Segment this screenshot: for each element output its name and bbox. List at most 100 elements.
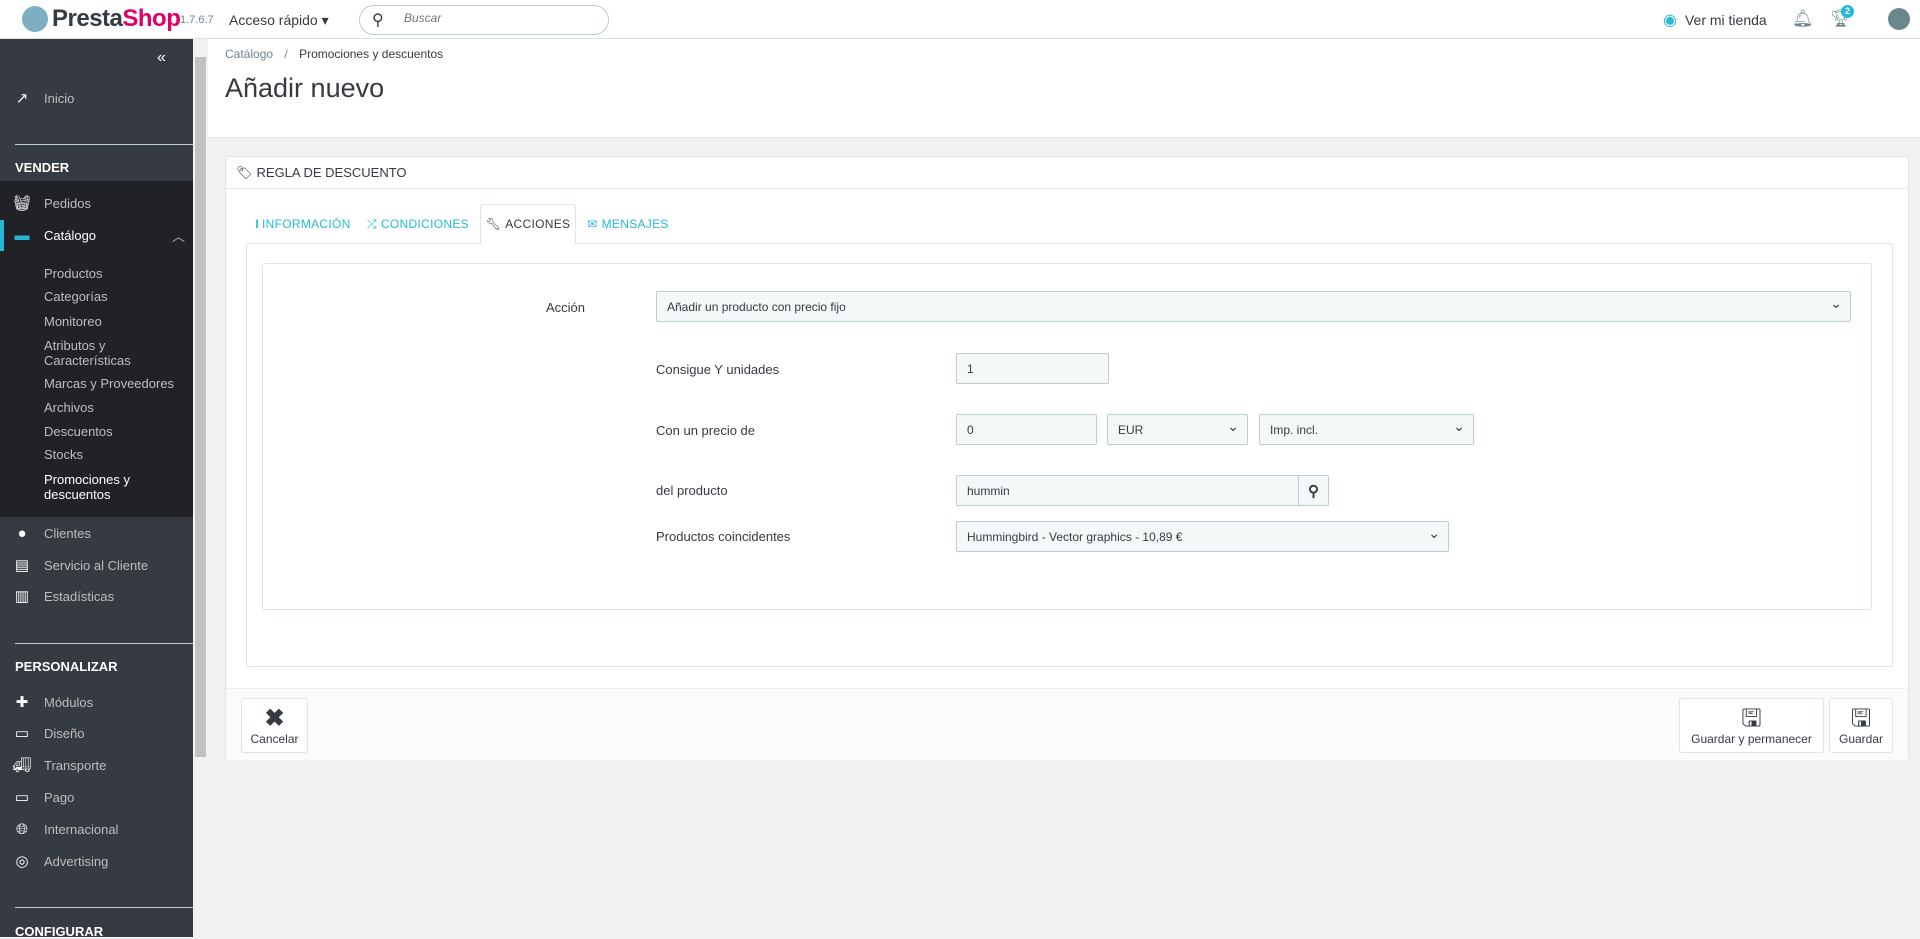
units-value: 1 — [967, 361, 974, 376]
sidebar-item-catalogo[interactable]: ▬ Catálogo ︿ — [0, 223, 193, 247]
price-input[interactable]: 0 — [956, 414, 1097, 445]
submenu-productos[interactable]: Productos — [44, 266, 103, 281]
divider — [15, 144, 193, 145]
currency-select[interactable]: EUR — [1107, 414, 1248, 445]
version: 1.7.6.7 — [180, 14, 214, 26]
price-label: Con un precio de — [656, 423, 756, 438]
label: Pago — [44, 789, 75, 805]
action-select[interactable]: Añadir un producto con precio fijo — [656, 291, 1851, 322]
trending-icon: ↗ — [15, 90, 29, 107]
avatar-icon[interactable] — [1888, 8, 1910, 30]
cancel-button[interactable]: ✖ Cancelar — [241, 698, 308, 753]
submenu-stocks[interactable]: Stocks — [44, 447, 83, 462]
save-and-stay-button[interactable]: 🖫 Guardar y permanecer — [1679, 698, 1824, 753]
matching-label: Productos coincidentes — [656, 529, 791, 544]
matching-products-select[interactable]: Hummingbird - Vector graphics - 10,89 € — [956, 521, 1449, 552]
sidebar-item-servicio[interactable]: ▤ Servicio al Cliente — [0, 553, 193, 577]
bell-icon[interactable]: 🔔︎ — [1792, 9, 1814, 29]
breadcrumb-catalogo[interactable]: Catálogo — [225, 47, 273, 61]
sidebar-item-internacional[interactable]: 🌐︎ Internacional — [0, 817, 193, 841]
sidebar-item-estadisticas[interactable]: ▥ Estadísticas — [0, 584, 193, 608]
search-icon[interactable]: ⚲ — [1298, 475, 1329, 506]
label: Advertising — [44, 853, 109, 869]
floppy-icon: 🖫 — [1850, 704, 1872, 732]
search-box[interactable]: ⚲ — [359, 5, 609, 35]
label: Inicio — [44, 90, 75, 106]
puzzle-icon: ✚ — [15, 694, 29, 711]
submenu-descuentos[interactable]: Descuentos — [44, 424, 113, 439]
breadcrumb: Catálogo / Promociones y descuentos — [225, 47, 443, 61]
target-icon: ◎ — [15, 853, 29, 870]
collapse-icon[interactable]: « — [157, 49, 166, 67]
label: Internacional — [44, 821, 119, 837]
sidebar-item-clientes[interactable]: ● Clientes — [0, 521, 193, 545]
label: Clientes — [44, 525, 91, 541]
sidebar-item-transporte[interactable]: 🚚︎ Transporte — [0, 753, 193, 777]
units-label: Consigue Y unidades — [656, 362, 780, 377]
search-input[interactable] — [404, 11, 594, 25]
label: Pedidos — [44, 195, 91, 211]
submenu-promociones[interactable]: Promociones y descuentos — [44, 472, 154, 502]
label: Estadísticas — [44, 588, 115, 604]
chat-icon: ▤ — [14, 557, 30, 574]
label: Transporte — [44, 757, 107, 773]
tab-mensajes[interactable]: ✉ MENSAJES — [580, 204, 676, 244]
sidebar-scrollbar[interactable] — [193, 39, 208, 762]
prestashop-logo-icon — [22, 6, 48, 32]
submenu-categorias[interactable]: Categorías — [44, 289, 108, 304]
tab-label: MENSAJES — [601, 217, 669, 231]
product-search-input[interactable]: hummin — [956, 475, 1299, 506]
globe-icon: 🌐︎ — [15, 820, 28, 838]
brand-part-2: Shop — [122, 5, 181, 32]
section-personalizar: PERSONALIZAR — [15, 659, 118, 674]
product-value: hummin — [967, 483, 1010, 498]
tab-condiciones[interactable]: ⤮ CONDICIONES — [361, 204, 475, 244]
tax-select[interactable]: Imp. incl. — [1259, 414, 1474, 445]
panel-footer — [226, 688, 1908, 760]
divider — [15, 643, 193, 644]
divider — [15, 907, 193, 908]
submenu-monitoreo[interactable]: Monitoreo — [44, 314, 102, 329]
sidebar-item-advertising[interactable]: ◎ Advertising — [0, 849, 193, 873]
action-label: Acción — [546, 300, 586, 315]
tab-informacion[interactable]: i INFORMACIÓN — [251, 204, 355, 244]
save-label: Guardar — [1838, 731, 1884, 746]
brand-part-1: Presta — [52, 5, 123, 32]
submenu-marcas[interactable]: Marcas y Proveedores — [44, 376, 174, 391]
notification-badge: 2 — [1841, 5, 1854, 18]
units-input[interactable]: 1 — [956, 353, 1109, 384]
sidebar-item-pedidos[interactable]: 🧺︎ Pedidos — [0, 191, 193, 215]
wrench-icon: 🔧︎ — [485, 217, 502, 231]
brand-logo[interactable]: PrestaShop — [52, 5, 181, 33]
label: Módulos — [44, 694, 94, 710]
scrollbar-thumb[interactable] — [195, 57, 206, 757]
tab-acciones[interactable]: 🔧︎ ACCIONES — [480, 204, 576, 244]
page-title: Añadir nuevo — [225, 73, 385, 103]
tab-label: CONDICIONES — [380, 217, 469, 231]
breadcrumb-separator: / — [284, 47, 288, 61]
credit-card-icon: ▭ — [14, 789, 30, 806]
sidebar-item-modulos[interactable]: ✚ Módulos — [0, 690, 193, 714]
label: Catálogo — [44, 227, 97, 243]
sidebar-item-inicio[interactable]: ↗ Inicio — [0, 86, 193, 110]
save-button[interactable]: 🖫 Guardar — [1829, 698, 1893, 753]
envelope-icon: ✉ — [587, 217, 598, 231]
tab-label: ACCIONES — [505, 217, 571, 231]
top-bar: PrestaShop 1.7.6.7 Acceso rápido ▾ ⚲ ◉ Ve… — [0, 0, 1920, 39]
sidebar-item-pago[interactable]: ▭ Pago — [0, 785, 193, 809]
chevron-up-icon: ︿ — [172, 228, 186, 244]
tag-icon: 🏷︎ — [236, 164, 253, 180]
section-vender: VENDER — [15, 160, 70, 175]
page-header: Catálogo / Promociones y descuentos Añad… — [208, 39, 1920, 138]
action-value: Añadir un producto con precio fijo — [667, 299, 846, 314]
shuffle-icon: ⤮ — [367, 216, 377, 231]
view-store-link[interactable]: ◉ Ver mi tienda — [1663, 10, 1767, 30]
tab-label: INFORMACIÓN — [262, 217, 351, 231]
info-icon: i — [255, 217, 259, 231]
chart-icon: ▥ — [14, 588, 30, 605]
sidebar-item-diseno[interactable]: ▭ Diseño — [0, 721, 193, 745]
quick-access-label: Acceso rápido — [229, 12, 318, 28]
submenu-atributos[interactable]: Atributos y Características — [44, 338, 164, 368]
quick-access-menu[interactable]: Acceso rápido ▾ — [229, 12, 329, 29]
submenu-archivos[interactable]: Archivos — [44, 400, 94, 415]
